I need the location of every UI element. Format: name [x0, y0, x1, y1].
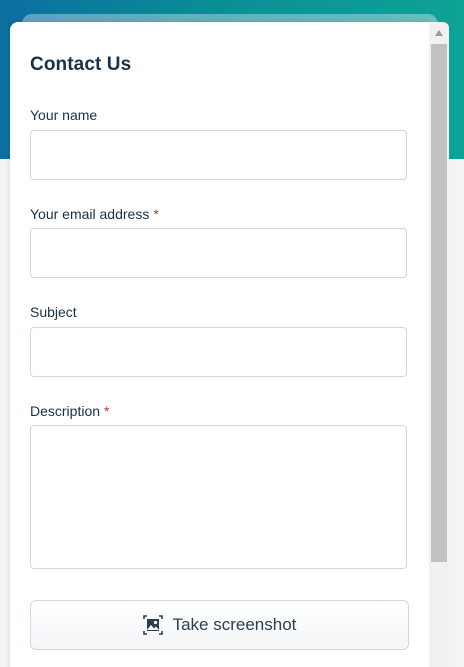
email-label: Your email address *	[30, 206, 159, 222]
name-label: Your name	[30, 107, 97, 123]
description-label: Description *	[30, 403, 109, 419]
description-textarea[interactable]	[30, 425, 407, 569]
scrollbar-thumb[interactable]	[431, 44, 447, 562]
subject-label-text: Subject	[30, 304, 77, 320]
form-title: Contact Us	[30, 54, 132, 75]
subject-input[interactable]	[30, 327, 407, 377]
subject-label: Subject	[30, 304, 77, 320]
name-label-text: Your name	[30, 107, 98, 123]
email-label-text: Your email address	[30, 206, 150, 222]
image-capture-icon	[142, 615, 163, 635]
take-screenshot-button[interactable]: Take screenshot	[30, 600, 409, 650]
name-input[interactable]	[30, 130, 407, 180]
required-marker: *	[104, 403, 110, 419]
take-screenshot-label: Take screenshot	[172, 615, 297, 634]
scroll-up-arrow-icon[interactable]	[429, 22, 449, 44]
description-label-text: Description	[30, 403, 101, 419]
vertical-scrollbar[interactable]	[429, 22, 449, 667]
email-input[interactable]	[30, 228, 407, 278]
required-marker: *	[153, 206, 159, 222]
